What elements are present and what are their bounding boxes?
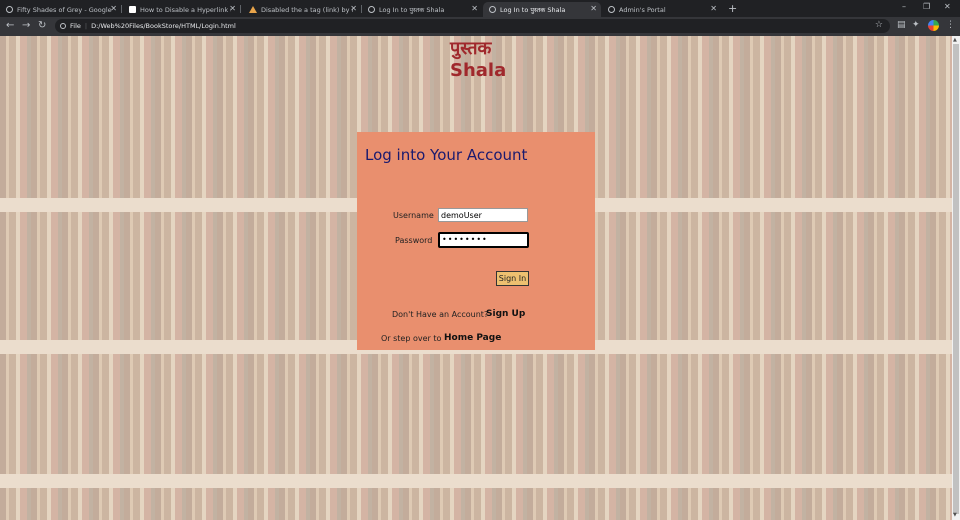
info-icon[interactable]: [60, 23, 66, 29]
tab-close-icon[interactable]: ✕: [710, 4, 717, 13]
globe-icon: [608, 6, 615, 13]
logo-line-2: Shala: [450, 60, 507, 81]
tab-close-icon[interactable]: ✕: [350, 4, 357, 13]
sign-in-button[interactable]: Sign In: [496, 271, 529, 286]
login-title: Log into Your Account: [365, 146, 528, 164]
password-mask: ••••••••: [442, 235, 488, 244]
google-icon: [6, 6, 13, 13]
tab-separator: [121, 5, 122, 13]
url-scheme: File: [70, 22, 81, 30]
scroll-down-icon[interactable]: ▼: [953, 512, 957, 518]
tab-close-icon[interactable]: ✕: [471, 4, 478, 13]
password-input[interactable]: ••••••••: [438, 232, 529, 248]
bookmark-star-icon[interactable]: ☆: [875, 20, 883, 30]
tab-close-icon[interactable]: ✕: [229, 4, 236, 13]
address-bar[interactable]: File | D:/Web%20Files/BookStore/HTML/Log…: [55, 19, 890, 33]
tab-close-icon[interactable]: ✕: [110, 4, 117, 13]
home-page-link[interactable]: Home Page: [444, 333, 501, 343]
browser-tab[interactable]: Disabled the a tag (link) by usin✕: [243, 2, 361, 17]
tab-title: Log In to पुस्तक Shala: [500, 6, 566, 14]
restore-icon[interactable]: ❐: [923, 2, 930, 11]
step-over-text: Or step over to: [381, 334, 442, 343]
reload-icon[interactable]: ↻: [38, 20, 46, 31]
tab-title: Fifty Shades of Grey - Google Se: [17, 5, 112, 14]
menu-kebab-icon[interactable]: ⋮: [946, 20, 955, 30]
warning-icon: [249, 6, 257, 13]
profile-avatar[interactable]: [928, 20, 939, 31]
logo-line-1: पुस्तक: [450, 38, 492, 59]
url-text: D:/Web%20Files/BookStore/HTML/Login.html: [91, 22, 236, 30]
browser-tab[interactable]: Log In to पुस्तक Shala ✕: [362, 2, 482, 17]
password-label: Password: [395, 236, 433, 245]
tab-title: Log In to पुस्तक Shala: [379, 6, 445, 14]
globe-icon: [489, 6, 496, 13]
url-separator: |: [84, 22, 88, 30]
login-card: Log into Your Account Username Password …: [357, 132, 595, 350]
browser-tab[interactable]: How to Disable a Hyperlink usin✕: [123, 2, 240, 17]
forward-icon[interactable]: →: [22, 20, 30, 31]
tab-title: How to Disable a Hyperlink usin: [140, 5, 231, 14]
tab-title: Admin's Portal: [619, 5, 666, 14]
extensions-icon[interactable]: ✦: [912, 20, 920, 30]
username-label: Username: [393, 211, 434, 220]
site-logo[interactable]: पुस्तक Shala: [450, 40, 506, 80]
new-tab-button[interactable]: +: [728, 2, 737, 15]
browser-tab[interactable]: Fifty Shades of Grey - Google Se ✕: [0, 2, 121, 17]
tab-strip: Fifty Shades of Grey - Google Se ✕ How to …: [0, 0, 960, 17]
sign-up-link[interactable]: Sign Up: [486, 309, 525, 319]
globe-icon: [368, 6, 375, 13]
browser-tab[interactable]: Admin's Portal ✕: [602, 2, 721, 17]
scroll-up-icon[interactable]: ▲: [953, 37, 957, 43]
close-window-icon[interactable]: ✕: [944, 2, 951, 11]
no-account-text: Don't Have an Account?: [392, 310, 489, 319]
browser-tab[interactable]: Log In to पुस्तक Shala ✕: [483, 2, 601, 17]
username-input[interactable]: [438, 208, 528, 222]
tab-separator: [240, 5, 241, 13]
document-icon: [129, 6, 136, 13]
tab-title: Disabled the a tag (link) by usin: [261, 5, 353, 14]
minimize-icon[interactable]: –: [902, 2, 906, 11]
reading-list-icon[interactable]: ▤: [897, 20, 906, 30]
tab-close-icon[interactable]: ✕: [590, 4, 597, 13]
scrollbar-thumb[interactable]: [953, 44, 959, 514]
browser-toolbar: ← → ↻ File | D:/Web%20Files/BookStore/HT…: [0, 17, 960, 36]
back-icon[interactable]: ←: [6, 20, 14, 31]
